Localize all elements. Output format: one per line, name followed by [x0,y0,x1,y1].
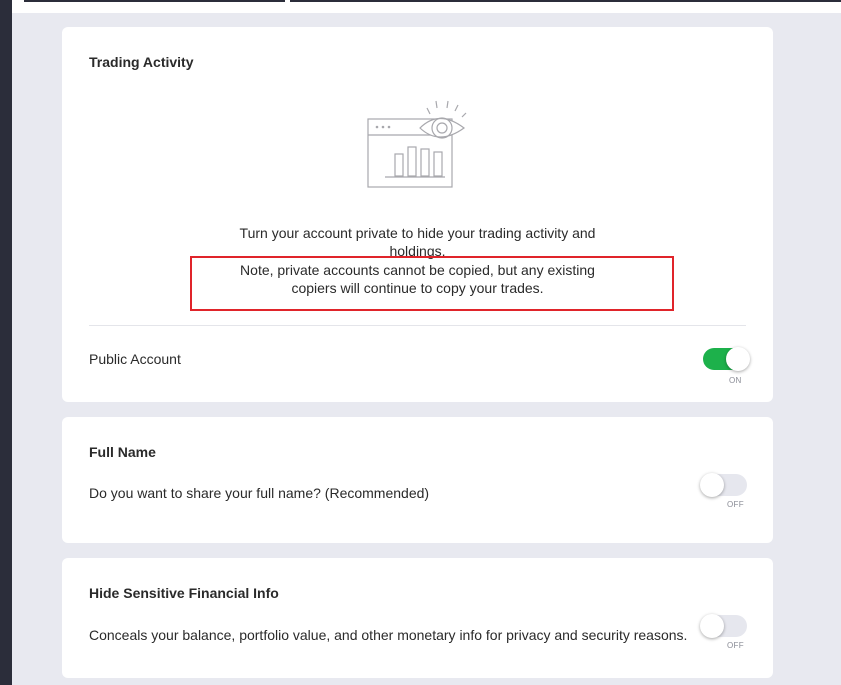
top-rule [24,0,841,2]
hide-sensitive-toggle[interactable] [700,614,747,638]
full-name-toggle[interactable] [700,473,747,497]
full-name-question: Do you want to share your full name? (Re… [89,485,430,501]
eye-over-chart-icon [367,100,467,188]
public-account-toggle[interactable] [703,347,750,371]
divider [89,325,746,326]
hide-sensitive-title: Hide Sensitive Financial Info [89,585,279,601]
trading-activity-card: Trading Activity Turn your account priva… [62,27,773,402]
toggle-knob [700,473,724,497]
highlight-annotation-box [190,256,674,311]
public-account-label: Public Account [89,351,181,367]
public-account-toggle-state: ON [729,376,742,385]
full-name-title: Full Name [89,444,156,460]
top-rule-gap [285,0,290,2]
hide-sensitive-card: Hide Sensitive Financial Info Conceals y… [62,558,773,678]
full-name-card: Full Name Do you want to share your full… [62,417,773,543]
hide-sensitive-description: Conceals your balance, portfolio value, … [89,627,688,643]
trading-activity-title: Trading Activity [89,54,194,70]
full-name-toggle-state: OFF [727,500,744,509]
top-bar [12,0,841,13]
left-rail [0,0,12,685]
privacy-description-line1: Turn your account private to hide your t… [239,225,596,241]
toggle-knob [726,347,750,371]
toggle-knob [700,614,724,638]
hide-sensitive-toggle-state: OFF [727,641,744,650]
